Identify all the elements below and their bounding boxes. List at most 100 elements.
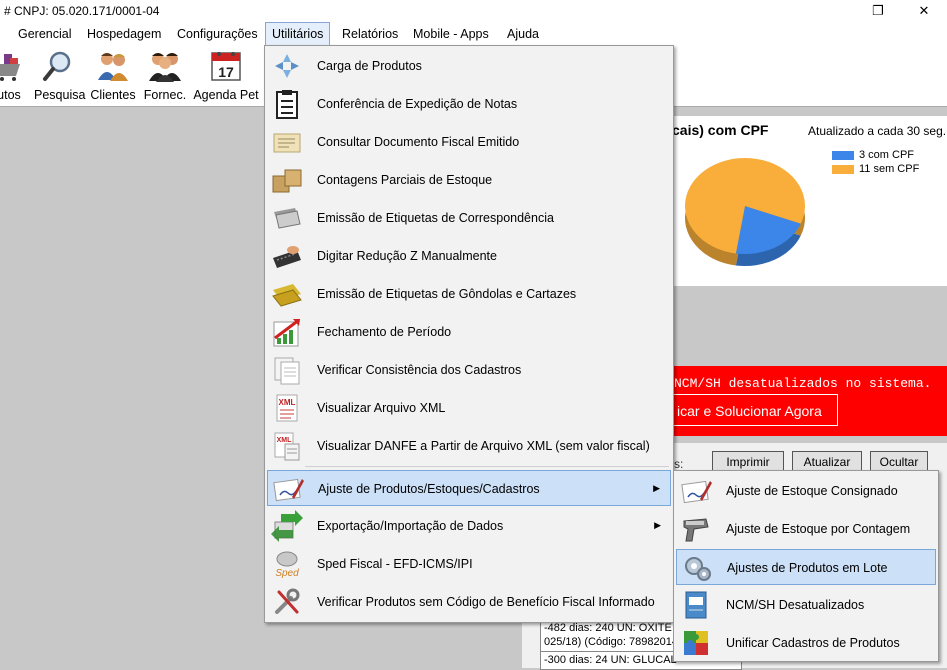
menu-item-sped-fiscal[interactable]: Sped Sped Fiscal - EFD-ICMS/IPI: [267, 546, 671, 582]
utilitarios-menu: Carga de Produtos Conferência de Expediç…: [264, 45, 674, 623]
menu-item-label: Ajuste de Produtos/Estoques/Cadastros: [318, 482, 540, 496]
sped-icon: Sped: [275, 551, 299, 579]
magnifier-icon: [43, 51, 71, 81]
menu-item-label: Visualizar DANFE a Partir de Arquivo XML…: [317, 439, 650, 453]
clients-icon: [98, 53, 128, 81]
submenu-item-estoque-consignado[interactable]: Ajuste de Estoque Consignado: [676, 473, 936, 509]
legend-item: 11 sem CPF: [832, 162, 919, 176]
menu-item-consultar-documento[interactable]: Consultar Documento Fiscal Emitido: [267, 124, 671, 160]
puzzle-icon: [684, 631, 708, 655]
title-bar: # CNPJ: 05.020.171/0001-04 ❐ ✕: [0, 0, 947, 22]
ncm-alert-banner: NCM/SH desatualizados no sistema. icar e…: [660, 366, 947, 436]
keyboard-icon: [273, 246, 301, 268]
list-item: -482 dias: 240 UN: OXITE: [544, 622, 672, 634]
menu-utilitarios[interactable]: Utilitários: [265, 22, 331, 46]
menu-item-etiquetas-correspondencia[interactable]: Emissão de Etiquetas de Correspondência: [267, 200, 671, 236]
toolbar-products-button[interactable]: utos: [0, 50, 26, 104]
fiscal-document-icon: [273, 133, 301, 153]
menu-gerencial[interactable]: Gerencial: [12, 22, 78, 46]
chart-title: cais) com CPF: [672, 122, 769, 138]
submenu-item-label: Ajuste de Estoque Consignado: [726, 484, 898, 498]
submenu-arrow-icon: ▶: [654, 520, 661, 530]
menu-item-carga-produtos[interactable]: Carga de Produtos: [267, 48, 671, 84]
menu-relatorios[interactable]: Relatórios: [336, 22, 404, 46]
menu-item-label: Emissão de Etiquetas de Correspondência: [317, 211, 554, 225]
legend-swatch: [832, 164, 854, 174]
menu-item-label: Conferência de Expedição de Notas: [317, 97, 518, 111]
submenu-item-label: NCM/SH Desatualizados: [726, 598, 865, 612]
close-button[interactable]: ✕: [901, 0, 947, 22]
documents-icon: [274, 357, 300, 385]
toolbar-suppliers-button[interactable]: Fornec.: [143, 50, 187, 104]
menu-item-fechamento-periodo[interactable]: Fechamento de Período: [267, 314, 671, 350]
menu-item-etiquetas-gondolas[interactable]: Emissão de Etiquetas de Gôndolas e Carta…: [267, 276, 671, 312]
checklist-icon: [276, 90, 298, 119]
menu-item-label: Consultar Documento Fiscal Emitido: [317, 135, 520, 149]
menu-item-label: Carga de Produtos: [317, 59, 422, 73]
submenu-item-estoque-contagem[interactable]: Ajuste de Estoque por Contagem: [676, 511, 936, 547]
toolbar-clients-label: Clientes: [90, 88, 136, 102]
barcode-scanner-icon: [683, 518, 709, 542]
menu-mobile-apps[interactable]: Mobile - Apps: [407, 22, 495, 46]
menu-item-label: Visualizar Arquivo XML: [317, 401, 446, 415]
solve-now-button[interactable]: icar e Solucionar Agora: [670, 394, 838, 426]
toolbar-search-button[interactable]: Pesquisa: [34, 50, 85, 104]
menu-item-contagens-parciais[interactable]: Contagens Parciais de Estoque: [267, 162, 671, 198]
submenu-item-unificar-cadastros[interactable]: Unificar Cadastros de Produtos: [676, 625, 936, 661]
submenu-item-ncm-desatualizados[interactable]: NCM/SH Desatualizados: [676, 587, 936, 623]
toolbar-products-label: utos: [0, 88, 21, 102]
menu-item-label: Verificar Produtos sem Código de Benefíc…: [317, 595, 655, 609]
calendar-icon: 17: [211, 52, 241, 81]
menu-separator: [305, 466, 669, 467]
growth-chart-icon: [273, 318, 300, 347]
suppliers-icon: [149, 53, 181, 82]
menu-item-label: Contagens Parciais de Estoque: [317, 173, 493, 187]
menu-item-label: Digitar Redução Z Manualmente: [317, 249, 497, 263]
submenu-item-ajustes-lote[interactable]: Ajustes de Produtos em Lote: [676, 549, 936, 585]
xml-danfe-icon: XML: [274, 432, 300, 461]
menu-item-verificar-consistencia[interactable]: Verificar Consistência dos Cadastros: [267, 352, 671, 388]
svg-text:XML: XML: [279, 398, 296, 407]
pie-top: [685, 158, 805, 254]
svg-text:XML: XML: [277, 437, 293, 444]
menu-configuracoes[interactable]: Configurações: [171, 22, 264, 46]
shelf-labels-icon: [272, 284, 302, 307]
menu-ajuda[interactable]: Ajuda: [501, 22, 545, 46]
menu-item-ajuste-produtos[interactable]: Ajuste de Produtos/Estoques/Cadastros ▶: [267, 470, 671, 506]
sped-logo-text: Sped: [275, 568, 299, 579]
ncm-book-icon: [685, 591, 707, 619]
toolbar-agenda-pet-button[interactable]: 17 Agenda Pet: [192, 50, 260, 104]
restore-button[interactable]: ❐: [855, 0, 901, 22]
menu-hospedagem[interactable]: Hospedagem: [81, 22, 167, 46]
menu-item-visualizar-danfe[interactable]: XML Visualizar DANFE a Partir de Arquivo…: [267, 428, 671, 464]
chart-update-note: Atualizado a cada 30 seg.: [808, 124, 947, 138]
menu-item-label: Emissão de Etiquetas de Gôndolas e Carta…: [317, 287, 577, 301]
legend-swatch: [832, 150, 854, 160]
tools-icon: [275, 588, 300, 614]
toolbar-clients-button[interactable]: Clientes: [90, 50, 136, 104]
menu-item-label: Verificar Consistência dos Cadastros: [317, 363, 522, 377]
menu-item-visualizar-xml[interactable]: XML Visualizar Arquivo XML: [267, 390, 671, 426]
list-item: 025/18) (Código: 78982014: [544, 636, 678, 648]
legend-label: 11 sem CPF: [859, 163, 920, 175]
submenu-item-label: Ajustes de Produtos em Lote: [727, 561, 888, 575]
expiry-panel-label: s:: [674, 457, 684, 471]
boxes-icon: [272, 169, 302, 193]
pie-chart: [685, 158, 805, 266]
alert-text: NCM/SH desatualizados no sistema.: [674, 376, 932, 391]
menu-item-exportacao-importacao[interactable]: Exportação/Importação de Dados ▶: [267, 508, 671, 544]
window-title: # CNPJ: 05.020.171/0001-04: [4, 4, 160, 18]
list-item: -300 dias: 24 UN: GLUCAL: [544, 654, 677, 666]
menu-item-label: Exportação/Importação de Dados: [317, 519, 504, 533]
cpf-chart-panel: cais) com CPF Atualizado a cada 30 seg. …: [672, 116, 947, 286]
chart-legend: 3 com CPF 11 sem CPF: [832, 148, 919, 176]
menu-item-verificar-beneficio-fiscal[interactable]: Verificar Produtos sem Código de Benefíc…: [267, 584, 671, 620]
submenu-arrow-icon: ▶: [653, 483, 660, 493]
menu-item-conferencia-expedicao[interactable]: Conferência de Expedição de Notas: [267, 86, 671, 122]
menu-item-reducao-z[interactable]: Digitar Redução Z Manualmente: [267, 238, 671, 274]
ajuste-submenu: Ajuste de Estoque Consignado Ajuste de E…: [673, 470, 939, 662]
batch-gears-icon: [685, 557, 711, 581]
submenu-item-label: Ajuste de Estoque por Contagem: [726, 522, 911, 536]
load-products-icon: [275, 54, 299, 78]
menu-item-label: Fechamento de Período: [317, 325, 452, 339]
